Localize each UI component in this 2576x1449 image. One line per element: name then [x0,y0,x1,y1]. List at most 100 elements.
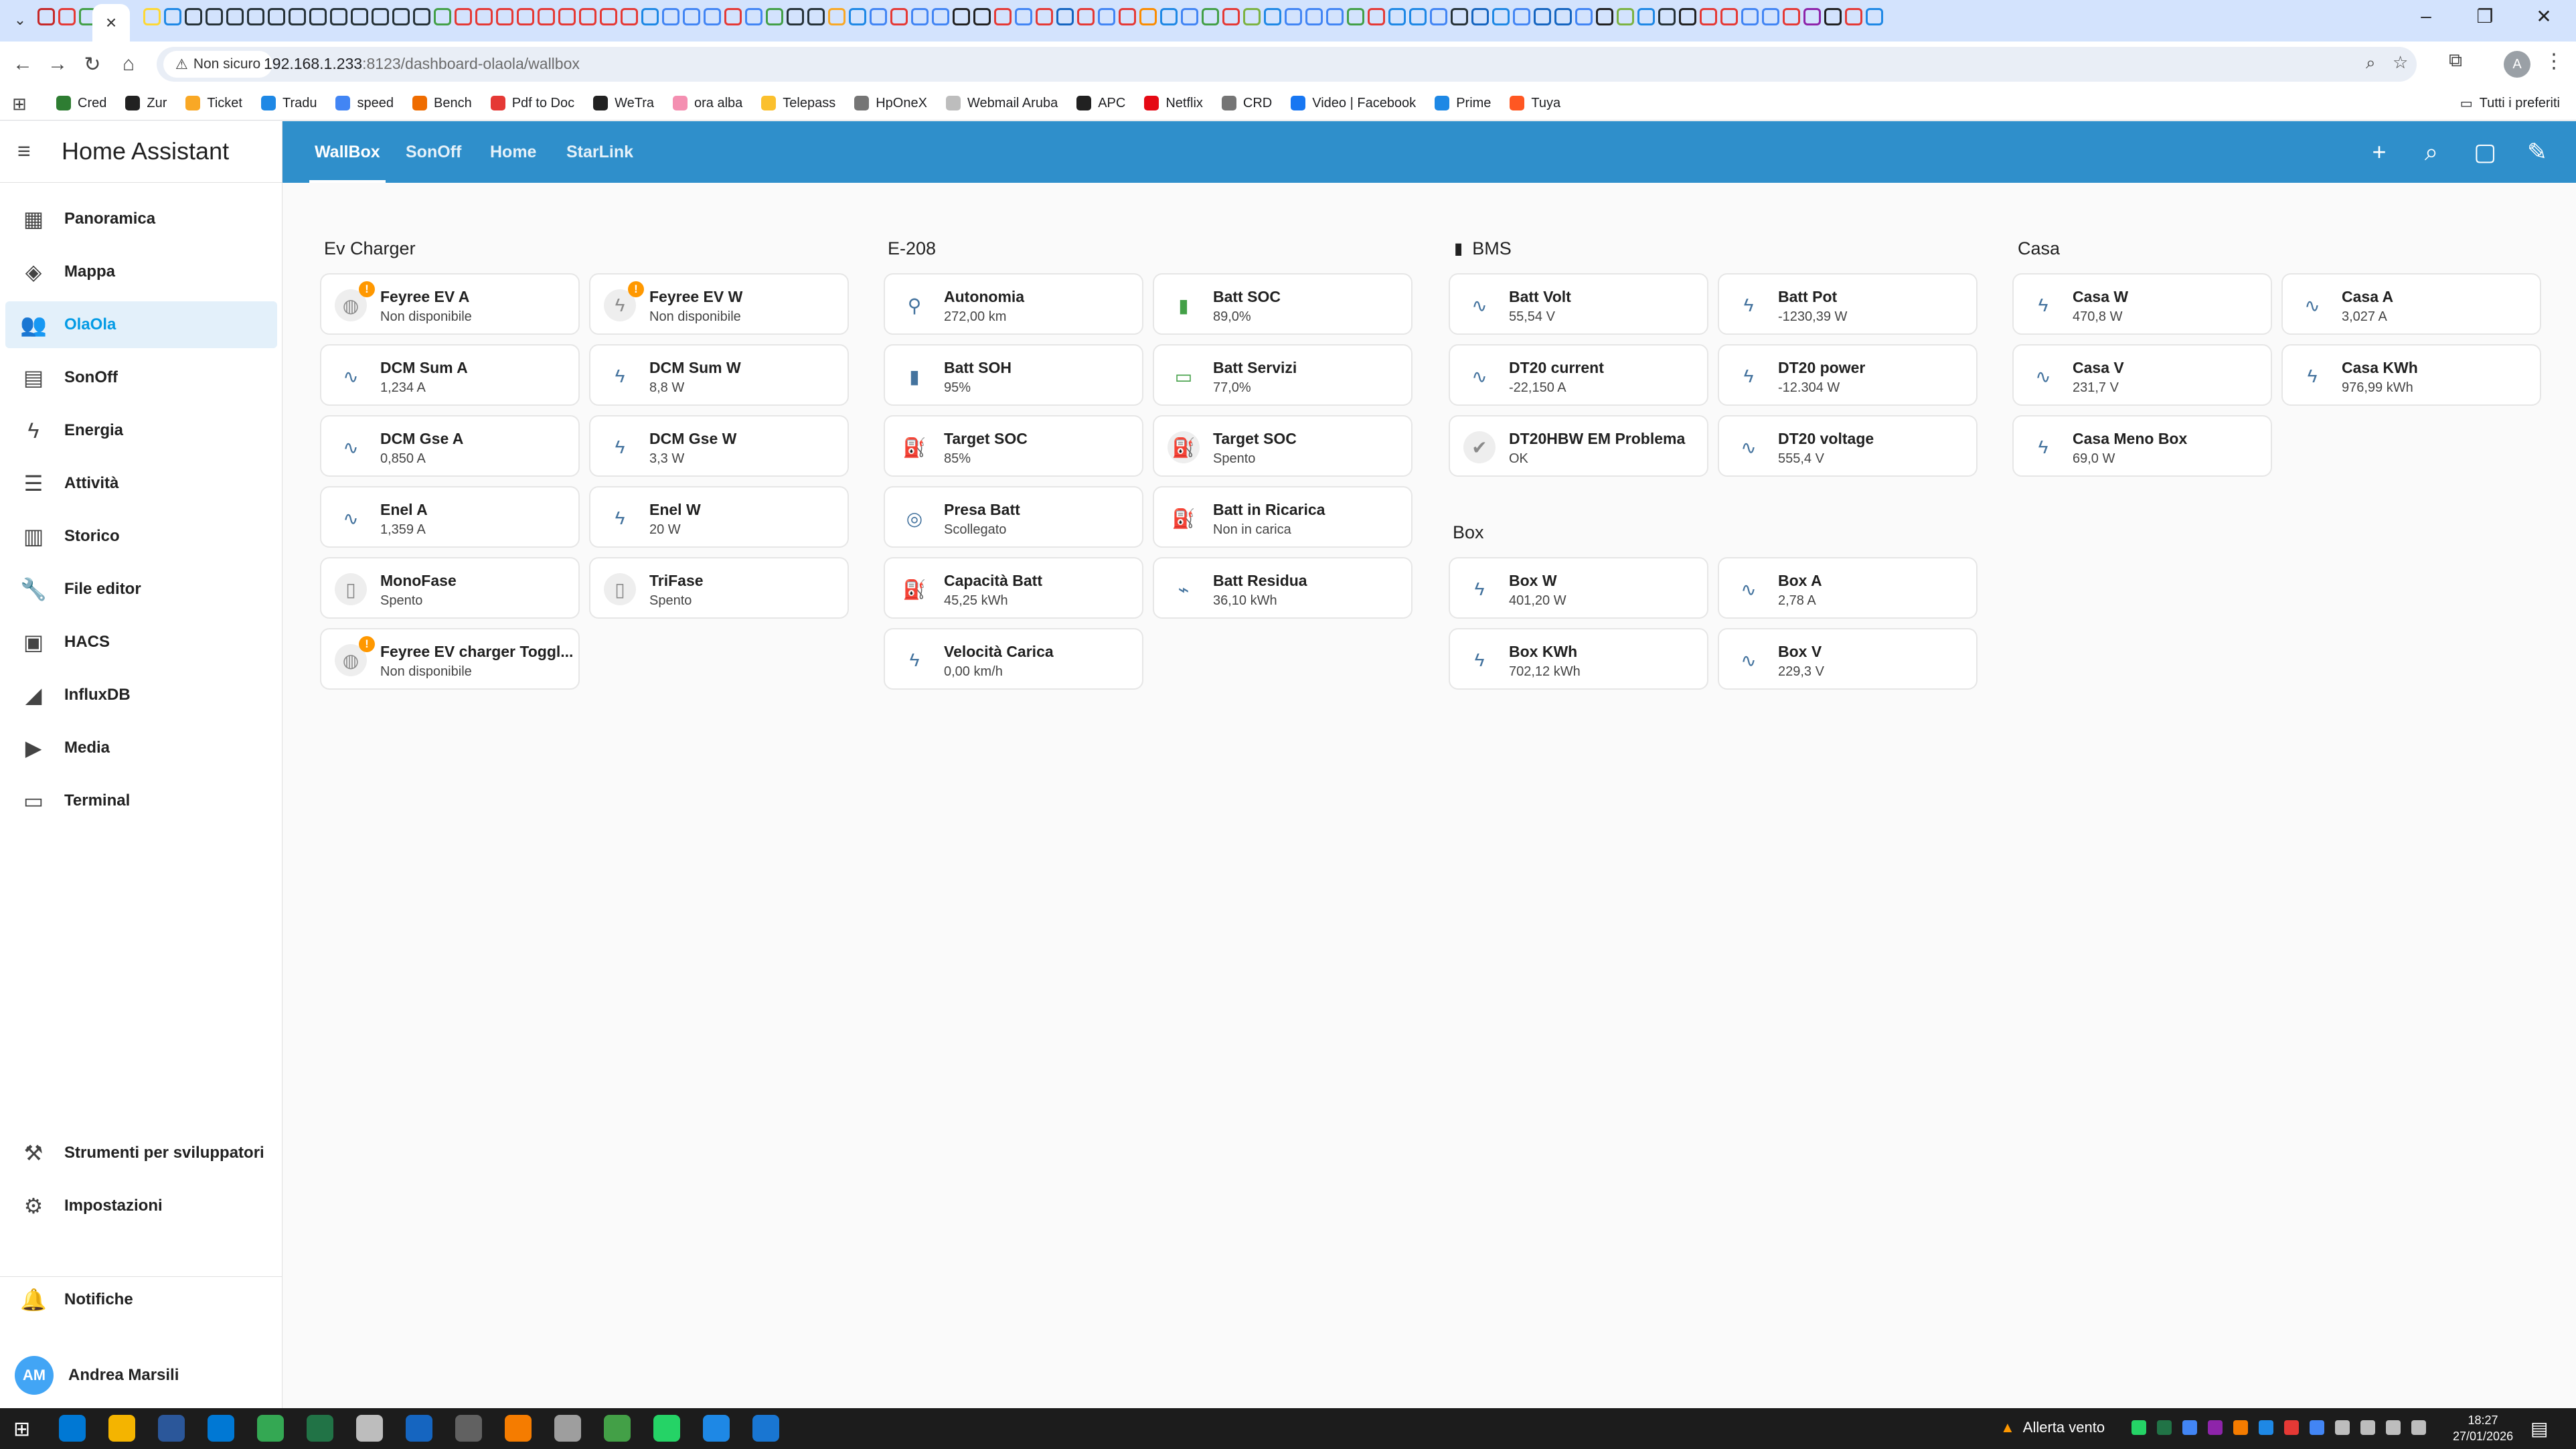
tray-icon[interactable] [2131,1420,2146,1435]
tab-favicon[interactable] [932,8,949,25]
tab-favicon[interactable] [185,8,202,25]
entity-card[interactable]: ∿ DCM Sum A 1,234 A [320,344,580,406]
tab-favicon[interactable] [1720,8,1738,25]
entity-card[interactable]: ∿ Batt Volt 55,54 V [1449,273,1708,335]
tray-icon[interactable] [2411,1420,2426,1435]
taskbar-app-icon[interactable] [455,1415,482,1442]
bookmark-item[interactable]: Pdf to Doc [490,92,574,114]
tray-icon[interactable] [2208,1420,2223,1435]
tab-favicon[interactable] [1637,8,1655,25]
entity-card[interactable]: ⌁ Batt Residua 36,10 kWh [1153,557,1413,619]
entity-card[interactable]: ϟ Enel W 20 W [589,486,849,548]
minimize-button[interactable]: – [2410,5,2442,27]
tab-favicon[interactable] [289,8,306,25]
tab-favicon[interactable] [455,8,472,25]
tab-favicon[interactable] [1409,8,1427,25]
entity-card[interactable]: ∿ DCM Gse A 0,850 A [320,415,580,477]
tab-favicon[interactable] [1222,8,1240,25]
taskbar-app-icon[interactable] [307,1415,333,1442]
tab-favicon[interactable] [496,8,513,25]
home-button[interactable]: ⌂ [114,50,143,79]
entity-card[interactable]: ◎ Presa Batt Scollegato [884,486,1143,548]
entity-card[interactable]: ϟ DCM Sum W 8,8 W [589,344,849,406]
tab-favicon[interactable] [994,8,1012,25]
tray-icon[interactable] [2233,1420,2248,1435]
windows-start-icon[interactable]: ⊞ [13,1418,30,1441]
tray-icon[interactable] [2360,1420,2375,1435]
taskbar-app-icon[interactable] [752,1415,779,1442]
taskbar-app-icon[interactable] [604,1415,631,1442]
bookmark-item[interactable]: CRD [1221,92,1272,114]
tab-favicon[interactable] [475,8,493,25]
more-menu-icon[interactable]: ⋮ [2544,50,2564,73]
reload-button[interactable]: ↻ [78,50,107,79]
restore-button[interactable]: ❐ [2469,5,2501,27]
entity-card[interactable]: ϟ Box KWh 702,12 kWh [1449,628,1708,690]
weather-widget[interactable]: ▲ Allerta vento [2000,1419,2105,1436]
sidebar-item-sonoff[interactable]: ▤ SonOff [5,354,277,401]
tab-favicon[interactable] [807,8,825,25]
tab-favicon[interactable] [206,8,223,25]
tab-favicon[interactable] [600,8,617,25]
entity-card[interactable]: ϟ Batt Pot -1230,39 W [1718,273,1978,335]
taskbar-app-icon[interactable] [505,1415,532,1442]
sidebar-item-strumenti-per-sviluppatori[interactable]: ⚒ Strumenti per sviluppatori [5,1130,277,1176]
entity-card[interactable]: ∿ Enel A 1,359 A [320,486,580,548]
tab-favicon[interactable] [641,8,659,25]
edit-button[interactable]: ✎ [2521,136,2553,168]
tab-favicon[interactable] [558,8,576,25]
tab-search-button[interactable]: ⌄ [5,7,35,33]
tab-favicon[interactable] [247,8,264,25]
tray-icon[interactable] [2259,1420,2273,1435]
search-button[interactable]: ⌕ [2415,136,2447,168]
sidebar-item-mappa[interactable]: ◈ Mappa [5,248,277,295]
tab-favicon[interactable] [413,8,430,25]
entity-card[interactable]: ∿ Box V 229,3 V [1718,628,1978,690]
bookmark-item[interactable]: ora alba [673,92,742,114]
forward-button[interactable]: → [43,50,72,79]
tab-favicon[interactable] [911,8,929,25]
extensions-icon[interactable]: ⧉ [2449,50,2462,72]
tab-sonoff[interactable]: SonOff [406,121,461,183]
star-icon[interactable]: ☆ [2393,52,2408,73]
tab-favicon[interactable] [1347,8,1364,25]
sidebar-item-hacs[interactable]: ▣ HACS [5,619,277,666]
taskbar-app-icon[interactable] [108,1415,135,1442]
taskbar-app-icon[interactable] [554,1415,581,1442]
entity-card[interactable]: ▮ Batt SOH 95% [884,344,1143,406]
tray-icon[interactable] [2157,1420,2172,1435]
tab-favicon[interactable] [766,8,783,25]
bookmark-item[interactable]: Tradu [260,92,317,114]
tab-favicon[interactable] [704,8,721,25]
sidebar-item-storico[interactable]: ▥ Storico [5,513,277,560]
sidebar-item-impostazioni[interactable]: ⚙ Impostazioni [5,1183,277,1229]
taskbar-app-icon[interactable] [653,1415,680,1442]
tab-favicon[interactable] [330,8,347,25]
tab-favicon[interactable] [164,8,181,25]
tab-favicon[interactable] [538,8,555,25]
tab-home[interactable]: Home [490,121,536,183]
back-button[interactable]: ← [8,50,37,79]
close-icon[interactable]: × [106,12,116,33]
tab-favicon[interactable] [268,8,285,25]
tab-favicon[interactable] [226,8,244,25]
bookmark-item[interactable]: Bench [412,92,472,114]
bookmark-item[interactable]: HpOneX [854,92,927,114]
tab-favicon[interactable] [309,8,327,25]
menu-toggle-icon[interactable]: ≡ [17,139,31,165]
entity-card[interactable]: ϟ Casa W 470,8 W [2012,273,2272,335]
tray-icon[interactable] [2335,1420,2350,1435]
entity-card[interactable]: ◍! Feyree EV A Non disponibile [320,273,580,335]
profile-avatar[interactable]: A [2504,51,2530,78]
entity-card[interactable]: ∿ DT20 current -22,150 A [1449,344,1708,406]
entity-card[interactable]: ✔ DT20HBW EM Problema OK [1449,415,1708,477]
apps-grid-icon[interactable]: ⊞ [12,94,27,115]
tab-starlink[interactable]: StarLink [566,121,633,183]
tab-favicon[interactable] [1762,8,1779,25]
bookmark-item[interactable]: speed [335,92,394,114]
tray-icon[interactable] [2284,1420,2299,1435]
tab-favicon[interactable] [37,8,55,25]
tab-favicon[interactable] [1077,8,1095,25]
taskbar-app-icon[interactable] [208,1415,234,1442]
sidebar-item-file-editor[interactable]: 🔧 File editor [5,566,277,613]
